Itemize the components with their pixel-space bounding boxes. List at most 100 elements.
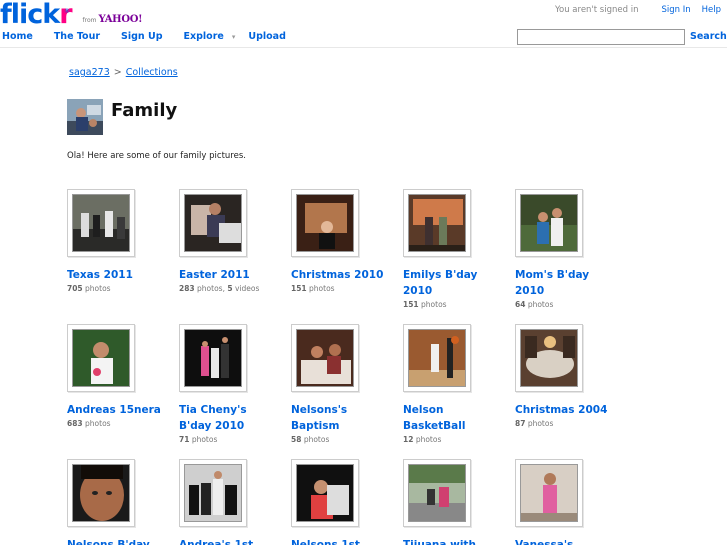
photo-count: 151 bbox=[403, 300, 419, 309]
nav-home[interactable]: Home bbox=[2, 31, 33, 42]
set-thumbnail[interactable] bbox=[408, 329, 466, 387]
set-title-link[interactable]: Tijuana with bbox=[403, 537, 513, 545]
photo-count-label: photos bbox=[527, 419, 554, 428]
set-title-line: Easter 2011 bbox=[179, 269, 250, 281]
set-thumbnail[interactable] bbox=[520, 194, 578, 252]
photo-count-label: photos bbox=[527, 300, 554, 309]
sign-in-link[interactable]: Sign In bbox=[661, 5, 690, 15]
set-title-link[interactable]: Tia Cheny's B'day 2010 bbox=[179, 402, 289, 434]
set-thumbnail[interactable] bbox=[296, 464, 354, 522]
set-title-line: Andreas 15nera bbox=[67, 404, 161, 416]
logo-from: from bbox=[82, 17, 97, 24]
photo-count: 705 bbox=[67, 284, 83, 293]
sign-in-status: You aren't signed in bbox=[554, 5, 639, 15]
set-thumbnail[interactable] bbox=[72, 194, 130, 252]
set-thumbnail-frame[interactable] bbox=[179, 459, 247, 527]
set-thumbnail[interactable] bbox=[408, 464, 466, 522]
header-divider bbox=[0, 47, 727, 48]
set-count: 64 photos bbox=[515, 299, 625, 311]
set-thumbnail-frame[interactable] bbox=[515, 324, 583, 392]
set-title-line: Christmas 2010 bbox=[291, 269, 384, 281]
set-thumbnail-frame[interactable] bbox=[403, 324, 471, 392]
set-item: Christmas 2004 87 photos bbox=[515, 324, 625, 430]
set-thumbnail[interactable] bbox=[184, 329, 242, 387]
photo-count-label: photos, bbox=[197, 284, 225, 293]
set-title-link[interactable]: Andrea's 1st bbox=[179, 537, 289, 545]
set-title-link[interactable]: Emilys B'day 2010 bbox=[403, 267, 513, 299]
account-links: You aren't signed in Sign In Help bbox=[555, 5, 721, 15]
set-title-line: Nelsons 1st bbox=[291, 539, 360, 545]
set-thumbnail-frame[interactable] bbox=[291, 324, 359, 392]
set-thumbnail[interactable] bbox=[520, 329, 578, 387]
set-title-line: Texas 2011 bbox=[67, 269, 133, 281]
set-item: Nelsons 1st bbox=[291, 459, 401, 545]
logo-yahoo: YAHOO! bbox=[98, 14, 143, 25]
nav-sign-up[interactable]: Sign Up bbox=[121, 31, 162, 42]
set-thumbnail[interactable] bbox=[184, 194, 242, 252]
set-count: 87 photos bbox=[515, 418, 625, 430]
set-thumbnail[interactable] bbox=[72, 464, 130, 522]
nav-upload[interactable]: Upload bbox=[248, 31, 286, 42]
flickr-logo[interactable]: flickr ® from YAHOO! bbox=[0, 1, 143, 28]
set-thumbnail-frame[interactable] bbox=[67, 324, 135, 392]
nav-explore[interactable]: Explore bbox=[184, 31, 224, 42]
help-link[interactable]: Help bbox=[702, 5, 721, 15]
search-input[interactable] bbox=[517, 29, 685, 45]
set-thumbnail-frame[interactable] bbox=[179, 189, 247, 257]
set-thumbnail[interactable] bbox=[296, 194, 354, 252]
logo-registered-mark: ® bbox=[64, 8, 70, 15]
breadcrumb-user-link[interactable]: saga273 bbox=[69, 67, 110, 78]
set-title-line: 2010 bbox=[515, 285, 545, 297]
set-thumbnail-frame[interactable] bbox=[291, 189, 359, 257]
chevron-down-icon[interactable]: ▾ bbox=[232, 33, 236, 41]
set-count: 58 photos bbox=[291, 434, 401, 446]
set-count: 71 photos bbox=[179, 434, 289, 446]
set-thumbnail[interactable] bbox=[184, 464, 242, 522]
set-title-link[interactable]: Andreas 15nera bbox=[67, 402, 177, 418]
set-title-link[interactable]: Christmas 2010 bbox=[291, 267, 401, 283]
set-thumbnail-frame[interactable] bbox=[179, 324, 247, 392]
set-title-link[interactable]: Nelson BasketBall bbox=[403, 402, 513, 434]
photo-count-label: photos bbox=[415, 435, 442, 444]
set-thumbnail-frame[interactable] bbox=[67, 189, 135, 257]
photo-count-label: photos bbox=[421, 300, 447, 309]
set-title-line: B'day 2010 bbox=[179, 420, 245, 432]
set-title-link[interactable]: Vanessa's bbox=[515, 537, 625, 545]
set-thumbnail[interactable] bbox=[72, 329, 130, 387]
photo-count: 683 bbox=[67, 419, 83, 428]
set-thumbnail-frame[interactable] bbox=[515, 189, 583, 257]
breadcrumb-collections-link[interactable]: Collections bbox=[126, 67, 178, 78]
set-thumbnail-frame[interactable] bbox=[403, 459, 471, 527]
set-thumbnail[interactable] bbox=[296, 329, 354, 387]
set-title-line: 2010 bbox=[403, 285, 433, 297]
set-title-link[interactable]: Nelsons's Baptism bbox=[291, 402, 401, 434]
set-thumbnail[interactable] bbox=[520, 464, 578, 522]
set-title-link[interactable]: Mom's B'day 2010 bbox=[515, 267, 625, 299]
set-item: Andreas 15nera 683 photos bbox=[67, 324, 177, 430]
set-title-link[interactable]: Easter 2011 bbox=[179, 267, 289, 283]
nav-explore-menu[interactable]: Explore ▾ bbox=[184, 31, 236, 42]
set-item: Nelson BasketBall 12 photos bbox=[403, 324, 513, 446]
set-item: Emilys B'day 2010 151 photos bbox=[403, 189, 513, 311]
set-thumbnail-frame[interactable] bbox=[291, 459, 359, 527]
set-thumbnail[interactable] bbox=[408, 194, 466, 252]
search-button[interactable]: Search bbox=[690, 31, 727, 42]
set-count: 705 photos bbox=[67, 283, 177, 295]
set-item: Mom's B'day 2010 64 photos bbox=[515, 189, 625, 311]
set-thumbnail-frame[interactable] bbox=[67, 459, 135, 527]
video-count: 5 bbox=[227, 284, 233, 293]
photo-count: 71 bbox=[179, 435, 190, 444]
nav-the-tour[interactable]: The Tour bbox=[54, 31, 100, 42]
set-title-link[interactable]: Christmas 2004 bbox=[515, 402, 625, 418]
set-title-link[interactable]: Nelsons 1st bbox=[291, 537, 401, 545]
set-item: Nelsons's Baptism 58 photos bbox=[291, 324, 401, 446]
video-count-label: videos bbox=[234, 284, 260, 293]
set-title-line: Baptism bbox=[291, 420, 340, 432]
photo-count-label: photos bbox=[191, 435, 218, 444]
main-nav: Home The Tour Sign Up Explore ▾ Upload bbox=[2, 31, 307, 42]
set-item: Texas 2011 705 photos bbox=[67, 189, 177, 295]
set-thumbnail-frame[interactable] bbox=[403, 189, 471, 257]
set-title-link[interactable]: Texas 2011 bbox=[67, 267, 177, 283]
set-title-link[interactable]: Nelsons B'day bbox=[67, 537, 177, 545]
set-thumbnail-frame[interactable] bbox=[515, 459, 583, 527]
